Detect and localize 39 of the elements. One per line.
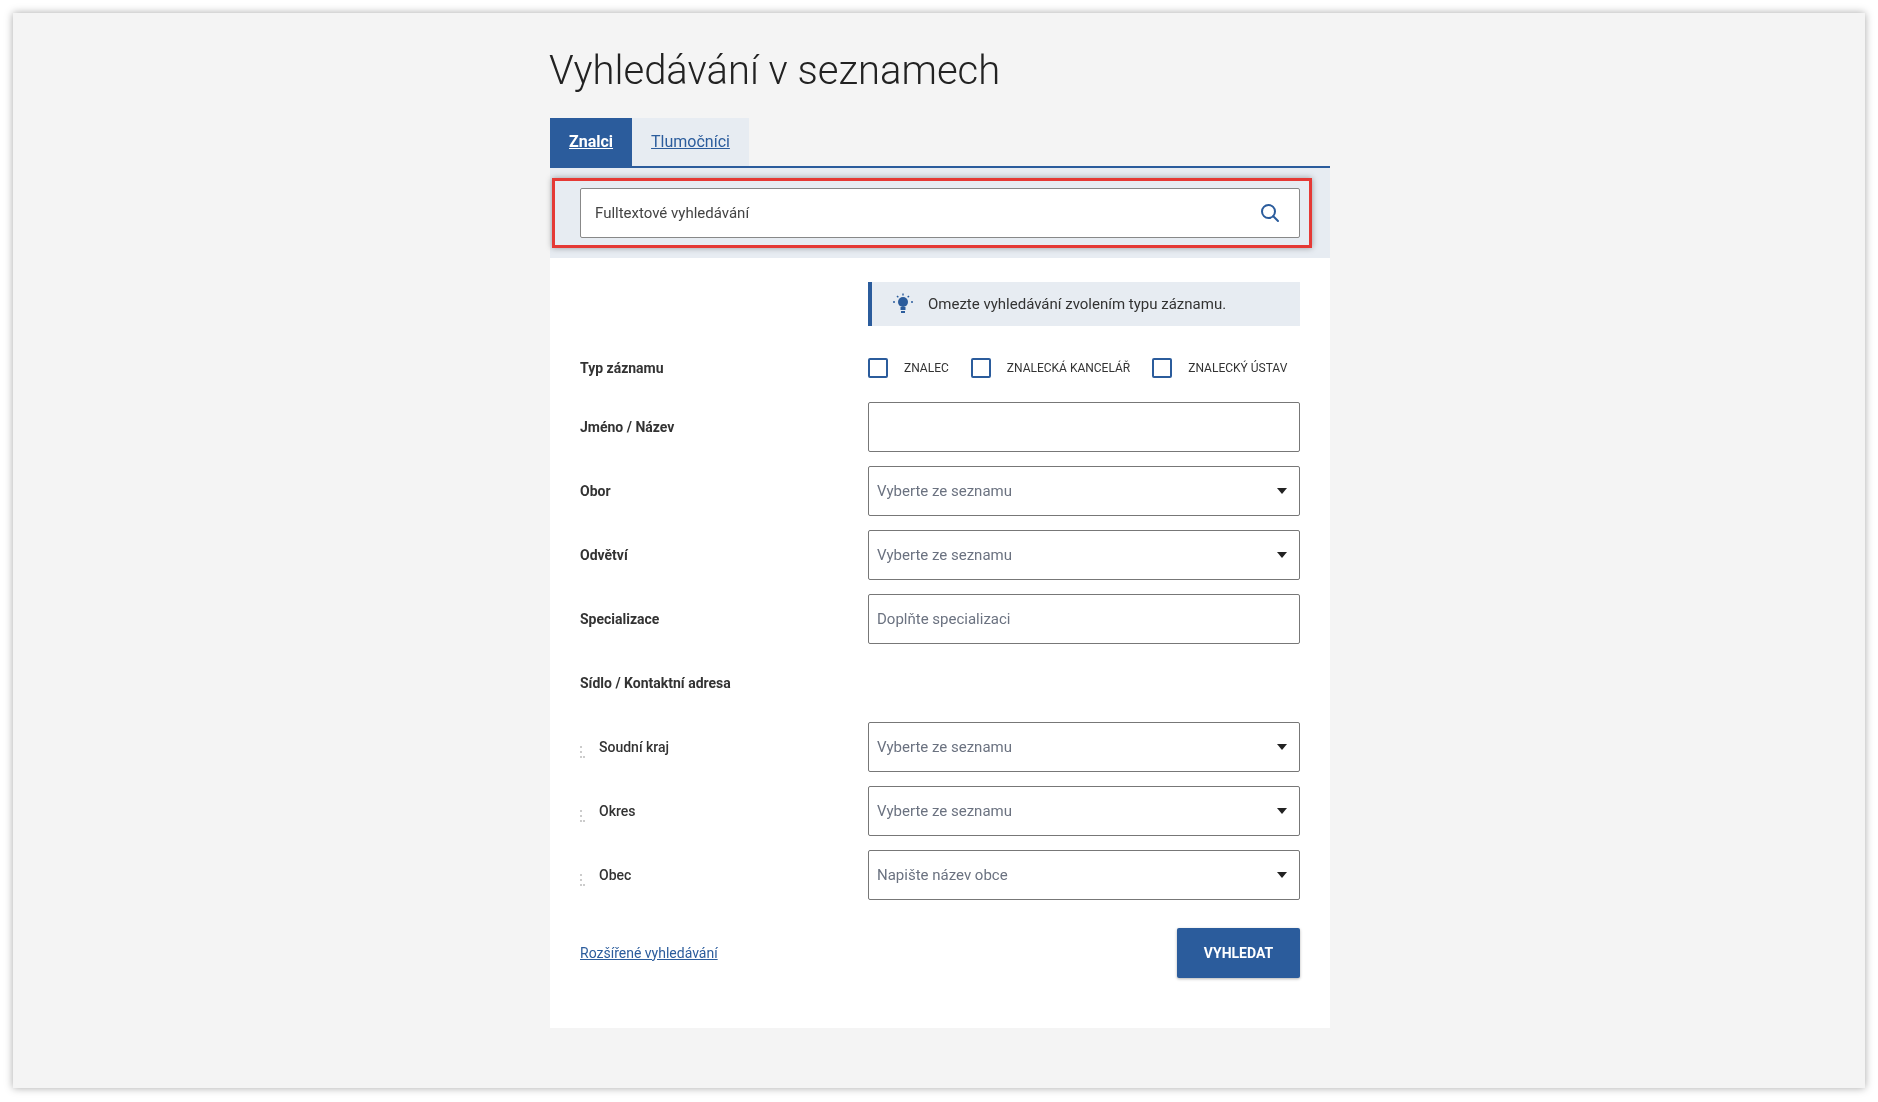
checkbox[interactable] <box>1152 358 1173 378</box>
tab[interactable]: Znalci <box>550 118 633 166</box>
field-label: Soudní kraj <box>599 737 670 757</box>
dropdown-field[interactable]: Vyberte ze seznamu <box>868 722 1300 772</box>
advanced-search-link[interactable]: Rozšířené vyhledávání <box>580 942 718 964</box>
dropdown-field[interactable]: Vyberte ze seznamu <box>868 466 1300 516</box>
dropdown-field[interactable]: Vyberte ze seznamu <box>868 530 1300 580</box>
field-label: Typ záznamu <box>580 358 665 378</box>
input-field[interactable]: Doplňte specializaci <box>868 594 1300 644</box>
drag-dots-icon <box>580 874 585 886</box>
checkbox-label: ZNALECKÝ ÚSTAV <box>1188 359 1288 377</box>
drag-dots-icon <box>580 810 585 822</box>
field-label: Odvětví <box>580 545 628 565</box>
search-button[interactable]: VYHLEDAT <box>1177 928 1300 978</box>
field-label: Okres <box>599 801 636 821</box>
field-label: Obor <box>580 481 611 501</box>
field-label: Specializace <box>580 609 660 629</box>
checkbox[interactable] <box>970 358 991 378</box>
caret-icon[interactable] <box>1277 808 1287 814</box>
field-label: Obec <box>599 865 632 885</box>
tab[interactable]: Tlumočníci <box>632 118 749 166</box>
drag-dots-icon <box>580 746 585 758</box>
lightbulb-icon <box>892 293 914 315</box>
hint-text: Omezte vyhledávání zvolením typu záznamu. <box>928 293 1227 315</box>
dropdown-field[interactable]: Vyberte ze seznamu <box>868 786 1300 836</box>
field-label: Jméno / Název <box>580 417 675 437</box>
field-label: Sídlo / Kontaktní adresa <box>580 673 731 693</box>
checkbox-label: ZNALECKÁ KANCELÁŘ <box>1006 359 1131 377</box>
dropdown-field[interactable]: Napište název obce <box>868 850 1300 900</box>
input-field[interactable] <box>868 402 1300 452</box>
page-title: Vyhledávání v seznamech <box>549 46 1002 96</box>
caret-icon[interactable] <box>1277 552 1287 558</box>
caret-icon[interactable] <box>1277 872 1287 878</box>
checkbox[interactable] <box>868 358 888 378</box>
search-field[interactable]: Fulltextové vyhledávání <box>580 188 1300 238</box>
checkbox-label: ZNALEC <box>904 360 949 377</box>
search-icon[interactable] <box>1260 203 1280 223</box>
caret-icon[interactable] <box>1277 744 1287 750</box>
caret-icon[interactable] <box>1277 488 1287 494</box>
